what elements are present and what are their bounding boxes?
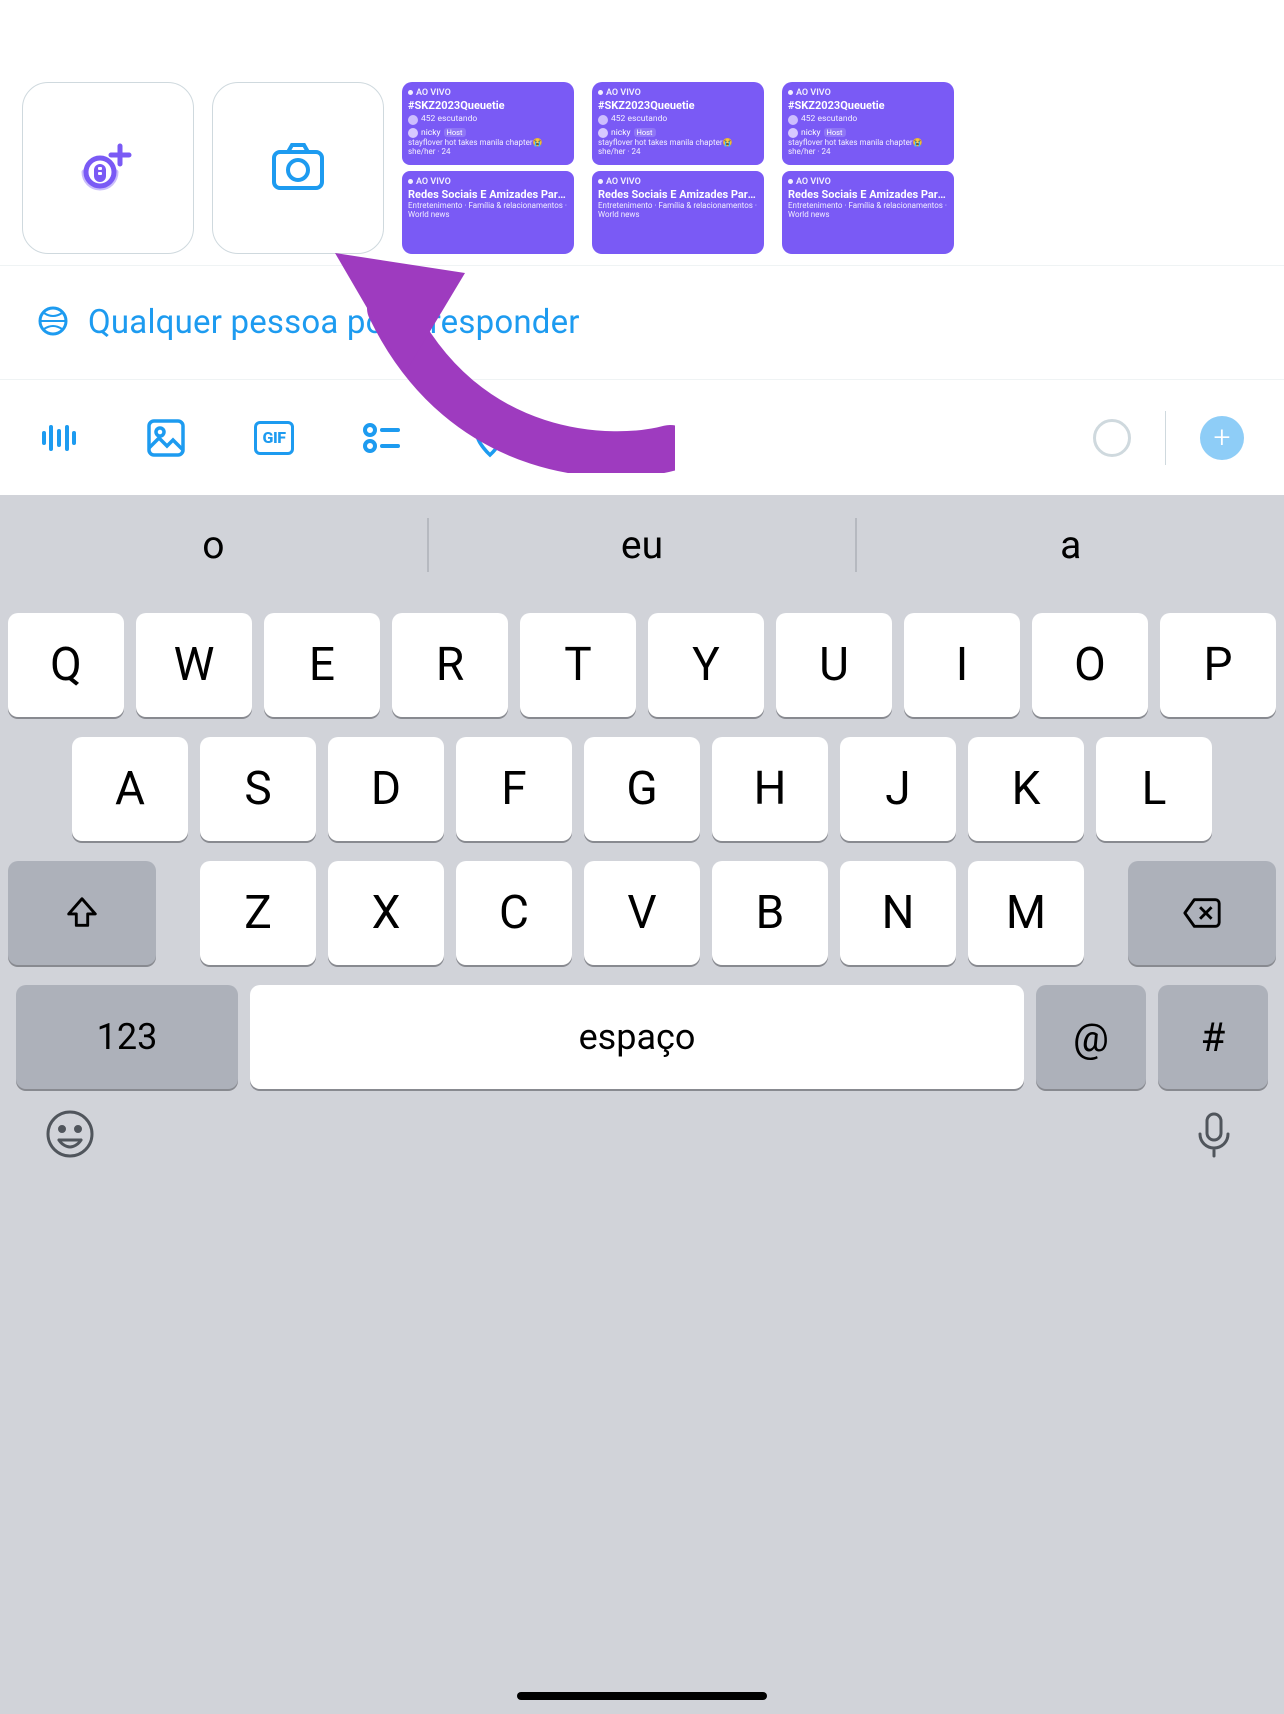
key-i[interactable]: I	[904, 613, 1020, 717]
suggestion[interactable]: a	[857, 522, 1284, 568]
shift-key[interactable]	[8, 861, 156, 965]
add-thread-button[interactable]: +	[1200, 416, 1244, 460]
key-k[interactable]: K	[968, 737, 1084, 841]
space-desc: Entretenimento · Família & relacionament…	[408, 202, 568, 220]
key-b[interactable]: B	[712, 861, 828, 965]
voice-tweet-button[interactable]	[40, 419, 78, 457]
add-gif-button[interactable]: GIF	[254, 421, 294, 455]
key-a[interactable]: A	[72, 737, 188, 841]
camera-button[interactable]	[212, 82, 384, 254]
reply-scope-label: Qualquer pessoa pode responder	[88, 303, 580, 342]
key-q[interactable]: Q	[8, 613, 124, 717]
key-row-3: Z X C V B N M	[8, 861, 1276, 965]
backspace-key[interactable]	[1128, 861, 1276, 965]
globe-icon	[38, 306, 68, 340]
key-g[interactable]: G	[584, 737, 700, 841]
add-location-button[interactable]	[470, 418, 510, 458]
key-h[interactable]: H	[712, 737, 828, 841]
key-u[interactable]: U	[776, 613, 892, 717]
space-host: nicky Host	[408, 128, 568, 138]
space-desc: stayflover hot takes manila chapter😭 she…	[408, 139, 568, 157]
key-f[interactable]: F	[456, 737, 572, 841]
emoji-keyboard-button[interactable]	[45, 1109, 95, 1163]
add-image-button[interactable]	[146, 418, 186, 458]
key-x[interactable]: X	[328, 861, 444, 965]
key-c[interactable]: C	[456, 861, 572, 965]
keyboard: o eu a Q W E R T Y U I O P A S D F G H J…	[0, 495, 1284, 1714]
key-d[interactable]: D	[328, 737, 444, 841]
numeric-key[interactable]: 123	[16, 985, 238, 1089]
space-title: #SKZ2023Queuetie	[408, 99, 568, 112]
camera-icon	[270, 138, 326, 198]
media-thumbnail[interactable]: AO VIVO #SKZ2023Queuetie 452 escutando n…	[592, 82, 764, 254]
compose-toolbar: GIF +	[0, 380, 1284, 495]
space-card: AO VIVO Redes Sociais E Amizades Para A …	[592, 171, 764, 254]
char-count-circle	[1093, 419, 1131, 457]
key-s[interactable]: S	[200, 737, 316, 841]
suggestion[interactable]: eu	[429, 522, 856, 568]
space-card: AO VIVO Redes Sociais E Amizades Para A …	[402, 171, 574, 254]
media-thumbnail[interactable]: AO VIVO #SKZ2023Queuetie 452 escutando n…	[782, 82, 954, 254]
key-row-4: 123 espaço @ #	[8, 985, 1276, 1089]
gif-icon: GIF	[254, 421, 294, 455]
key-m[interactable]: M	[968, 861, 1084, 965]
live-badge: AO VIVO	[408, 177, 568, 188]
create-space-button[interactable]	[22, 82, 194, 254]
key-l[interactable]: L	[1096, 737, 1212, 841]
key-j[interactable]: J	[840, 737, 956, 841]
live-badge: AO VIVO	[408, 88, 568, 99]
media-thumbnail[interactable]: AO VIVO #SKZ2023Queuetie 452 escutando n…	[402, 82, 574, 254]
key-row-2: A S D F G H J K L	[8, 737, 1276, 841]
dictation-button[interactable]	[1189, 1109, 1239, 1163]
suggestion-bar: o eu a	[0, 495, 1284, 595]
suggestion[interactable]: o	[0, 522, 427, 568]
media-picker-row: AO VIVO #SKZ2023Queuetie 452 escutando n…	[0, 0, 1284, 265]
key-r[interactable]: R	[392, 613, 508, 717]
key-p[interactable]: P	[1160, 613, 1276, 717]
key-w[interactable]: W	[136, 613, 252, 717]
space-title: Redes Sociais E Amizades Para A Vida😢😊😊	[408, 188, 568, 201]
key-n[interactable]: N	[840, 861, 956, 965]
space-listeners: 452 escutando	[408, 114, 568, 124]
key-y[interactable]: Y	[648, 613, 764, 717]
key-e[interactable]: E	[264, 613, 380, 717]
at-key[interactable]: @	[1036, 985, 1146, 1089]
toolbar-divider	[1165, 411, 1166, 465]
home-indicator	[517, 1692, 767, 1700]
key-v[interactable]: V	[584, 861, 700, 965]
add-poll-button[interactable]	[362, 418, 402, 458]
key-row-1: Q W E R T Y U I O P	[8, 613, 1276, 717]
space-card: AO VIVO #SKZ2023Queuetie 452 escutando n…	[402, 82, 574, 165]
key-o[interactable]: O	[1032, 613, 1148, 717]
space-card: AO VIVO #SKZ2023Queuetie 452 escutando n…	[782, 82, 954, 165]
hash-key[interactable]: #	[1158, 985, 1268, 1089]
key-t[interactable]: T	[520, 613, 636, 717]
space-card: AO VIVO #SKZ2023Queuetie 452 escutando n…	[592, 82, 764, 165]
space-card: AO VIVO Redes Sociais E Amizades Para A …	[782, 171, 954, 254]
spaces-create-icon	[76, 136, 140, 200]
space-key[interactable]: espaço	[250, 985, 1024, 1089]
reply-scope-button[interactable]: Qualquer pessoa pode responder	[0, 265, 1284, 380]
key-z[interactable]: Z	[200, 861, 316, 965]
